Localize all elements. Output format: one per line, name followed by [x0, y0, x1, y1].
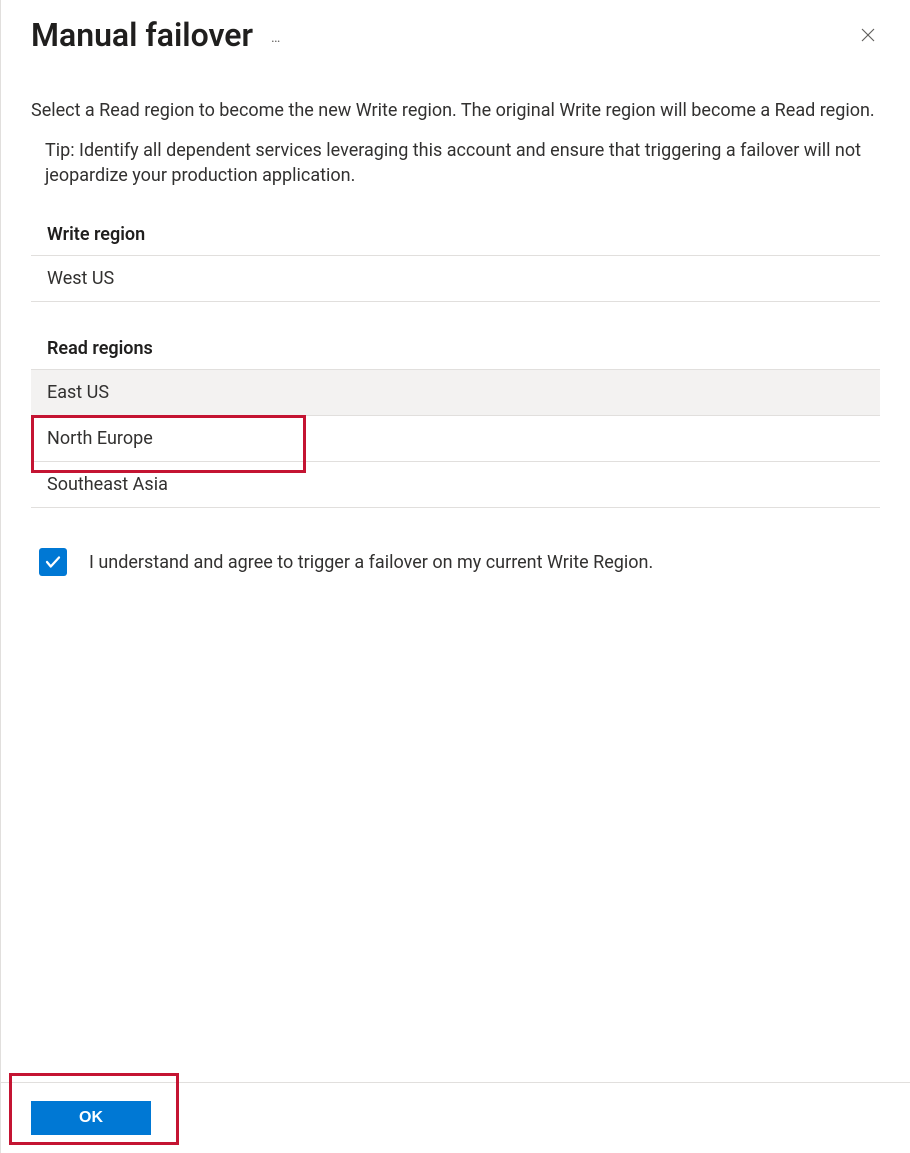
- write-region-header: Write region: [31, 214, 880, 256]
- close-icon: [859, 26, 877, 44]
- panel-footer: OK: [1, 1082, 910, 1153]
- page-title: Manual failover: [31, 16, 253, 54]
- consent-row: I understand and agree to trigger a fail…: [31, 548, 880, 576]
- more-menu-icon[interactable]: …: [271, 30, 281, 46]
- write-region-section: Write region West US: [31, 214, 880, 302]
- check-icon: [44, 553, 62, 571]
- read-region-north-europe[interactable]: North Europe: [31, 416, 880, 462]
- description-text: Select a Read region to become the new W…: [31, 98, 880, 124]
- read-region-southeast-asia[interactable]: Southeast Asia: [31, 462, 880, 508]
- ok-button[interactable]: OK: [31, 1101, 151, 1135]
- panel-content: Select a Read region to become the new W…: [1, 54, 910, 1082]
- read-regions-section: Read regions East US North Europe Southe…: [31, 328, 880, 508]
- consent-checkbox[interactable]: [39, 548, 67, 576]
- close-button[interactable]: [856, 23, 880, 47]
- read-regions-header: Read regions: [31, 328, 880, 370]
- read-region-east-us[interactable]: East US: [31, 370, 880, 416]
- panel-header: Manual failover …: [1, 0, 910, 54]
- tip-text: Tip: Identify all dependent services lev…: [31, 138, 880, 188]
- write-region-value: West US: [31, 256, 880, 302]
- consent-label: I understand and agree to trigger a fail…: [89, 552, 653, 573]
